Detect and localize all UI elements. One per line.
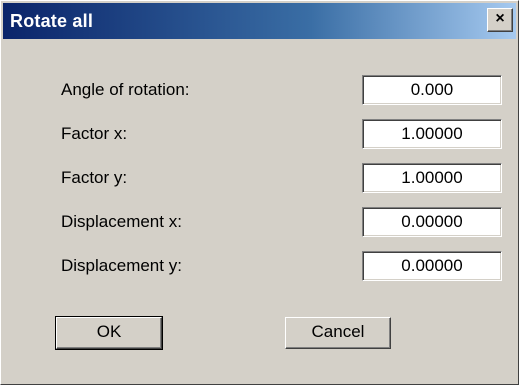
factor-y-label: Factor y: [61, 168, 128, 187]
factor-x-label: Factor x: [61, 124, 128, 143]
factor-x-input[interactable] [362, 119, 502, 149]
angle-of-rotation-input[interactable] [362, 75, 502, 105]
displacement-x-input[interactable] [362, 207, 502, 237]
angle-of-rotation-label: Angle of rotation: [61, 80, 190, 99]
ok-button[interactable]: OK [55, 316, 163, 350]
close-button[interactable]: × [487, 8, 513, 32]
factor-y-input[interactable] [362, 163, 502, 193]
displacement-x-label: Displacement x: [61, 212, 182, 231]
displacement-y-input[interactable] [362, 251, 502, 281]
rotate-all-dialog: Rotate all × Angle of rotation: Factor x… [0, 0, 519, 385]
title-bar[interactable]: Rotate all × [3, 3, 516, 39]
cancel-button[interactable]: Cancel [285, 317, 391, 349]
displacement-y-label: Displacement y: [61, 256, 182, 275]
dialog-title: Rotate all [10, 11, 94, 31]
close-icon: × [495, 10, 505, 27]
